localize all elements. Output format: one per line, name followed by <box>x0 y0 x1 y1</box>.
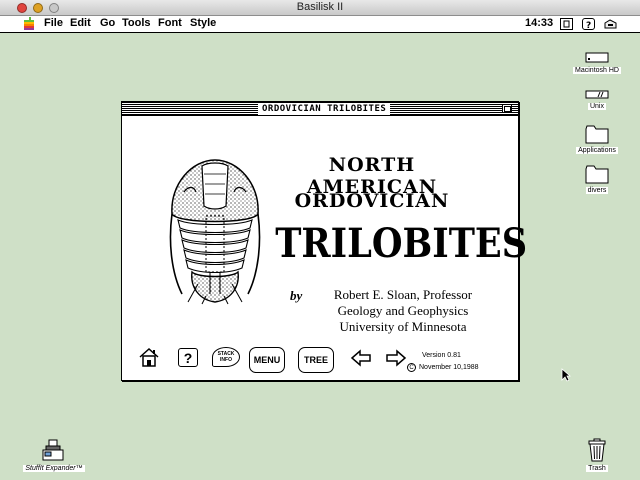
apple-menu-icon[interactable] <box>22 16 36 32</box>
host-window-title: Basilisk II <box>296 1 344 13</box>
arrow-right-icon <box>386 349 407 367</box>
help-button[interactable]: ? <box>178 348 198 367</box>
version-label: Version 0.81 <box>422 352 461 359</box>
desktop-icon-trash[interactable]: Trash <box>584 438 610 472</box>
desktop-icon-macintosh-hd[interactable]: Macintosh HD <box>570 52 624 74</box>
release-date: November 10,1988 <box>419 364 479 371</box>
menubar-clock[interactable]: 14:33 <box>525 17 553 29</box>
menubar: File Edit Go Tools Font Style 14:33 ? <box>0 16 640 33</box>
desktop-icon-label: divers <box>585 187 609 194</box>
author-university: University of Minnesota <box>339 319 467 334</box>
author-name: Robert E. Sloan, Professor <box>333 287 473 302</box>
menu-go[interactable]: Go <box>100 17 115 29</box>
forward-button[interactable] <box>385 349 407 367</box>
folder-icon <box>585 165 609 184</box>
help-balloon-icon[interactable]: ? <box>582 18 595 31</box>
arrow-left-icon <box>350 349 371 367</box>
svg-text:?: ? <box>586 21 591 29</box>
desktop-icon-label: Unix <box>587 103 606 110</box>
copyright-icon: C <box>407 363 416 372</box>
menu-font[interactable]: Font <box>158 17 182 29</box>
stack-window: ORDOVICIAN TRILOBITES NORTH AMERICAN ORD… <box>121 101 528 381</box>
trash-icon <box>588 438 606 462</box>
menu-file[interactable]: File <box>44 17 63 29</box>
stack-info-button[interactable]: STACK INFO <box>212 347 240 367</box>
home-button[interactable] <box>138 347 160 367</box>
home-icon <box>139 347 159 367</box>
desktop-icon-label: Trash <box>586 465 608 472</box>
author-department: Geology and Geophysics <box>337 303 469 318</box>
trilobite-illustration <box>169 159 261 305</box>
stack-heading-line-3: TRILOBITES <box>275 220 528 267</box>
menu-style[interactable]: Style <box>190 17 216 29</box>
desktop-icon-label: StuffIt Expander™ <box>23 465 85 472</box>
desktop-icon-stuffit-expander[interactable]: StuffIt Expander™ <box>18 438 90 472</box>
menu-button[interactable]: MENU <box>249 347 285 373</box>
mouse-pointer-icon <box>561 368 571 382</box>
desktop-icon-applications[interactable]: Applications <box>572 124 622 154</box>
folder-icon <box>585 125 609 144</box>
application-menu-icon[interactable] <box>604 18 617 30</box>
stack-heading-line-2: ORDOVICIAN <box>294 190 450 212</box>
desktop-icon-unix[interactable]: Unix <box>576 90 618 110</box>
keyboard-layout-icon[interactable] <box>560 18 573 30</box>
zoom-box-icon[interactable] <box>502 104 512 113</box>
copyright-line: C November 10,1988 <box>407 363 479 372</box>
tree-button[interactable]: TREE <box>298 347 334 373</box>
stack-window-title: ORDOVICIAN TRILOBITES <box>258 103 391 115</box>
stuffit-icon <box>42 439 64 461</box>
drive-icon <box>585 90 609 99</box>
menu-edit[interactable]: Edit <box>70 17 91 29</box>
host-window-titlebar[interactable]: Basilisk II <box>0 0 640 16</box>
back-button[interactable] <box>350 349 372 367</box>
desktop-icon-divers[interactable]: divers <box>578 164 616 194</box>
desktop-icon-label: Macintosh HD <box>573 67 621 74</box>
menu-tools[interactable]: Tools <box>122 17 151 29</box>
by-mark: by <box>290 288 303 303</box>
stack-window-titlebar[interactable]: ORDOVICIAN TRILOBITES <box>122 102 518 116</box>
desktop-icon-label: Applications <box>576 147 618 154</box>
hard-disk-icon <box>585 52 609 63</box>
